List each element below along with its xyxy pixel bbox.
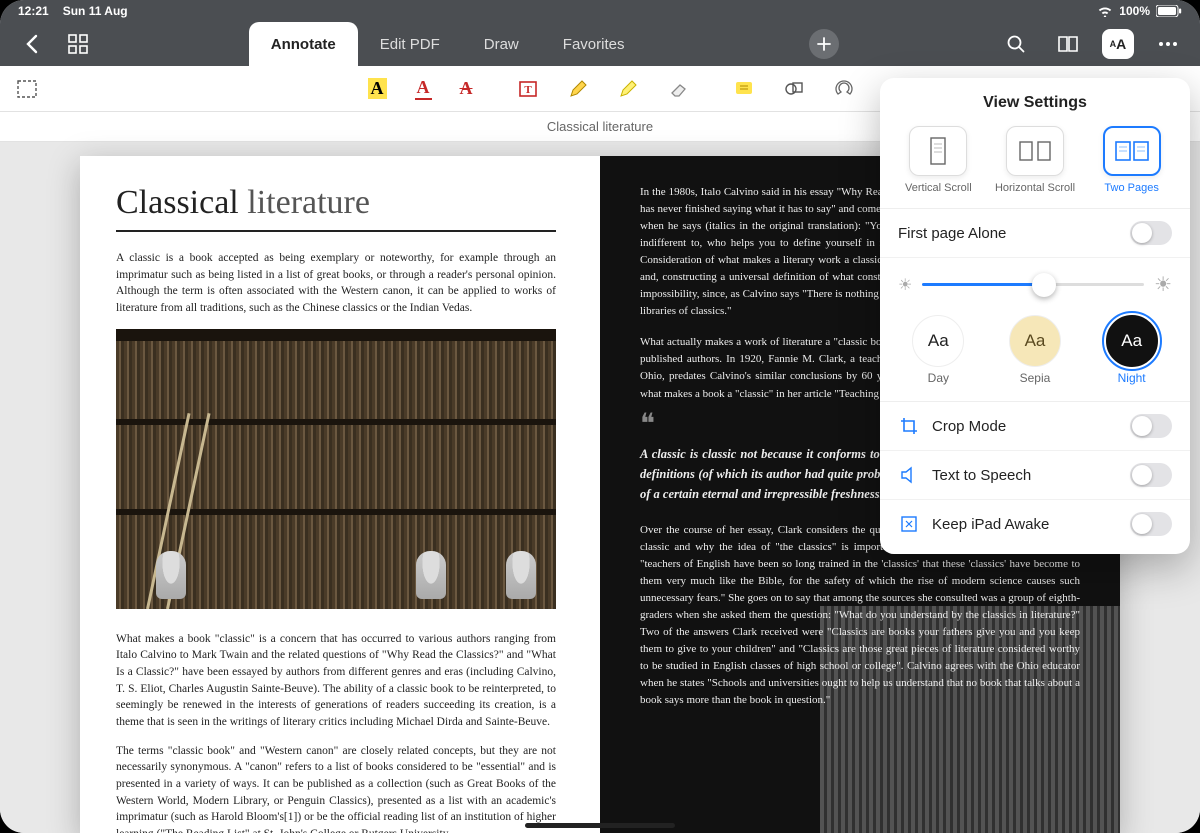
first-page-alone-label: First page Alone [898, 225, 1130, 242]
status-date: Sun 11 Aug [63, 4, 128, 18]
shapes-tool[interactable] [783, 78, 805, 100]
crop-mode-label: Crop Mode [932, 418, 1130, 435]
status-battery: 100% [1119, 4, 1150, 18]
brightness-high-icon: ☀ [1154, 272, 1172, 297]
crop-icon [898, 417, 920, 435]
view-settings-button[interactable]: AA [1102, 29, 1134, 59]
tab-edit-pdf[interactable]: Edit PDF [358, 22, 462, 66]
theme-night[interactable]: Aa Night [1106, 315, 1158, 385]
select-area-tool[interactable] [16, 78, 38, 100]
keep-awake-label: Keep iPad Awake [932, 516, 1130, 533]
keep-awake-toggle[interactable] [1130, 512, 1172, 536]
page-paragraph: The terms "classic book" and "Western ca… [116, 743, 556, 833]
wifi-icon [1097, 5, 1113, 17]
highlight-tool[interactable]: A [368, 78, 387, 99]
view-settings-popover: View Settings Vertical Scroll Horizontal… [880, 78, 1190, 554]
thumbnails-button[interactable] [60, 26, 96, 62]
page-heading: Classical literature [116, 184, 556, 232]
back-button[interactable] [14, 26, 50, 62]
layout-two-pages[interactable]: Two Pages [1089, 126, 1175, 194]
crop-mode-toggle[interactable] [1130, 414, 1172, 438]
page-paragraph: What makes a book "classic" is a concern… [116, 631, 556, 731]
tab-draw[interactable]: Draw [462, 22, 541, 66]
tts-toggle[interactable] [1130, 463, 1172, 487]
tab-annotate[interactable]: Annotate [249, 22, 358, 66]
search-button[interactable] [998, 26, 1034, 62]
brightness-low-icon: ☀ [898, 275, 912, 295]
popover-title: View Settings [880, 94, 1190, 112]
awake-icon [898, 515, 920, 533]
tts-label: Text to Speech [932, 467, 1130, 484]
mode-tabs: Annotate Edit PDF Draw Favorites [249, 22, 647, 66]
status-time: 12:21 [18, 4, 49, 18]
battery-icon [1156, 5, 1182, 17]
status-bar: 12:21 Sun 11 Aug 100% [0, 0, 1200, 22]
underline-tool[interactable]: A [415, 77, 432, 100]
theme-day[interactable]: Aa Day [912, 315, 964, 385]
note-tool[interactable] [733, 78, 755, 100]
svg-text:T: T [524, 84, 532, 96]
theme-sepia[interactable]: Aa Sepia [1009, 315, 1061, 385]
layout-vertical-scroll[interactable]: Vertical Scroll [895, 126, 981, 194]
layout-horizontal-scroll[interactable]: Horizontal Scroll [992, 126, 1078, 194]
top-toolbar: Annotate Edit PDF Draw Favorites AA [0, 22, 1200, 66]
strikethrough-tool[interactable]: A [460, 78, 473, 99]
home-indicator[interactable] [525, 823, 675, 828]
page-left: Classical literature A classic is a book… [80, 156, 600, 833]
speaker-icon [898, 466, 920, 484]
library-photo [116, 329, 556, 609]
tab-favorites[interactable]: Favorites [541, 22, 647, 66]
textbox-tool[interactable]: T [517, 78, 539, 100]
add-tab-button[interactable] [809, 29, 839, 59]
marker-tool[interactable] [617, 78, 639, 100]
first-page-alone-toggle[interactable] [1130, 221, 1172, 245]
page-paragraph: A classic is a book accepted as being ex… [116, 250, 556, 317]
bookmarks-button[interactable] [1050, 26, 1086, 62]
eraser-tool[interactable] [667, 78, 689, 100]
stamp-tool[interactable] [833, 78, 855, 100]
brightness-slider[interactable] [922, 283, 1144, 286]
more-button[interactable] [1150, 26, 1186, 62]
pen-tool[interactable] [567, 78, 589, 100]
